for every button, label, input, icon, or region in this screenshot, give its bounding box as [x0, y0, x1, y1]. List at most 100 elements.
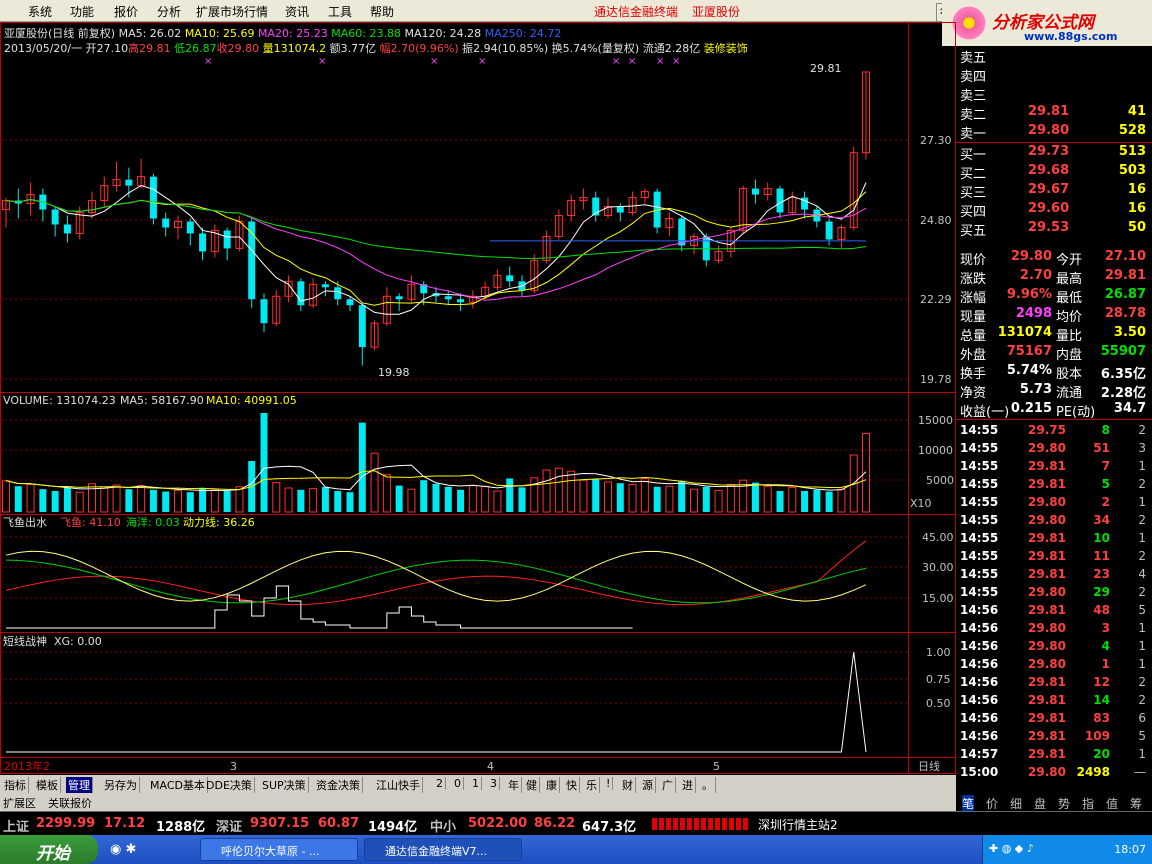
tick-row[interactable]: 14:56 29.81 83 6	[956, 710, 1152, 728]
bottom-tab[interactable]: 广	[660, 777, 676, 793]
bottom-tab[interactable]: 资金决策	[314, 777, 363, 793]
right-tab[interactable]: 指	[1082, 795, 1094, 812]
bottom-tab[interactable]: 财	[620, 777, 636, 793]
orderbook-row[interactable]: 买一 29.73 513	[956, 143, 1152, 163]
menu-info[interactable]: 资讯	[285, 3, 309, 20]
bottom-tab[interactable]: 年	[506, 777, 522, 793]
volume-bar	[554, 467, 563, 513]
bar-industry[interactable]: 装修装饰	[704, 42, 748, 55]
right-tab[interactable]: 笔	[962, 795, 975, 812]
menu-function[interactable]: 功能	[70, 3, 94, 20]
bottom-tab[interactable]: 健	[524, 777, 540, 793]
bottom-tab[interactable]: 模板	[34, 777, 61, 793]
task-tdx[interactable]: 通达信金融终端V7...	[364, 838, 522, 861]
orderbook-row[interactable]: 买三 29.67 16	[956, 181, 1152, 201]
right-tab[interactable]: 筹	[1130, 795, 1142, 812]
tick-row[interactable]: 14:55 29.80 51 3	[956, 440, 1152, 458]
tick-row[interactable]: 14:55 29.80 34 2	[956, 512, 1152, 530]
tick-row[interactable]: 14:55 29.75 8 2	[956, 422, 1152, 440]
orderbook-row[interactable]: 卖一 29.80 528	[956, 122, 1152, 142]
orderbook-row[interactable]: 买四 29.60 16	[956, 200, 1152, 220]
tick-row[interactable]: 14:56 29.80 4 1	[956, 638, 1152, 656]
menu-analysis[interactable]: 分析	[157, 3, 181, 20]
bottom-tab[interactable]: 康	[544, 777, 560, 793]
bottom-tab[interactable]: 1	[470, 777, 482, 790]
bottom-tab[interactable]: 2	[434, 777, 446, 790]
orderbook-row[interactable]: 卖四	[956, 65, 1152, 85]
tick-row[interactable]: 14:55 29.80 29 2	[956, 584, 1152, 602]
tick-volume: 7	[1101, 459, 1110, 473]
orderbook-label: 买五	[960, 224, 987, 239]
quote-label: 净资	[960, 386, 987, 401]
tick-row[interactable]: 14:55 29.81 23 4	[956, 566, 1152, 584]
menu-help[interactable]: 帮助	[370, 3, 394, 20]
bottom-tab[interactable]: 源	[640, 777, 656, 793]
tick-row[interactable]: 14:55 29.81 10 1	[956, 530, 1152, 548]
date-may: 5	[713, 760, 720, 773]
bottom-tab[interactable]: SUP决策	[260, 777, 309, 793]
bottom-tab[interactable]: 指标	[2, 777, 29, 793]
bottom-tab[interactable]: 江山快手	[374, 777, 423, 793]
bottom-tab[interactable]: 乐	[584, 777, 600, 793]
server-name[interactable]: 深圳行情主站2	[758, 816, 838, 833]
tick-count: 2	[1138, 585, 1146, 599]
quicklaunch-icon[interactable]: ◉ ✱	[110, 842, 136, 857]
ma250: MA250: 24.72	[484, 27, 562, 40]
tick-row[interactable]: 14:56 29.81 48 5	[956, 602, 1152, 620]
right-tab[interactable]: 价	[986, 795, 998, 812]
bar-low: 低26.87	[174, 42, 217, 55]
right-tab[interactable]: 值	[1106, 795, 1118, 812]
bottom-tab[interactable]: 。	[700, 777, 716, 793]
tick-row[interactable]: 14:55 29.81 7 1	[956, 458, 1152, 476]
right-tab[interactable]: 势	[1058, 795, 1070, 812]
tick-row[interactable]: 14:55 29.80 2 1	[956, 494, 1152, 512]
bottom-tab[interactable]: !	[604, 777, 614, 790]
orderbook-row[interactable]: 卖三	[956, 84, 1152, 104]
bottom-tab[interactable]: 3	[488, 777, 500, 790]
bottom-tab[interactable]: 进	[680, 777, 696, 793]
bottom-tab[interactable]: 管理	[66, 777, 93, 793]
tab-ext-area[interactable]: 扩展区	[3, 795, 36, 811]
task-browser[interactable]: 呼伦贝尔大草原 - ...	[200, 838, 358, 861]
volume-bar	[297, 489, 305, 512]
tick-row[interactable]: 15:00 29.80 2498 —	[956, 764, 1152, 782]
tick-row[interactable]: 14:56 29.80 1 1	[956, 656, 1152, 674]
ind1-b: 海洋: 0.03	[126, 515, 180, 529]
ma120: MA120: 24.28	[404, 27, 482, 40]
chart-area[interactable]: 27.30 24.80 22.29 19.78 15000 10000 5000…	[0, 22, 956, 774]
right-tab[interactable]: 细	[1010, 795, 1022, 812]
tick-row[interactable]: 14:57 29.81 20 1	[956, 746, 1152, 764]
quote-label: 涨幅	[960, 291, 987, 306]
period-label[interactable]: 日线	[918, 759, 940, 773]
orderbook-row[interactable]: 买二 29.68 503	[956, 162, 1152, 182]
tick-row[interactable]: 14:56 29.81 109 5	[956, 728, 1152, 746]
bar-close: 收29.80	[216, 42, 260, 55]
quote-label: 最低	[1056, 291, 1083, 306]
menu-ext-market[interactable]: 扩展市场行情	[196, 3, 268, 20]
menu-tools[interactable]: 工具	[328, 3, 352, 20]
tray-icons[interactable]: ✚ ◍ ◆ ♪	[989, 842, 1034, 855]
orderbook-row[interactable]: 卖五	[956, 46, 1152, 66]
menu-quote[interactable]: 报价	[114, 3, 138, 20]
bottom-tab[interactable]: 快	[564, 777, 580, 793]
bottom-tab[interactable]: 另存为	[102, 777, 140, 793]
right-tab[interactable]: 盘	[1034, 795, 1046, 812]
orderbook-row[interactable]: 买五 29.53 50	[956, 219, 1152, 239]
quote-value: 28.78	[1104, 306, 1146, 321]
tab-related-quote[interactable]: 关联报价	[48, 795, 92, 811]
bottom-tab[interactable]: MACD基本	[148, 777, 208, 793]
tick-row[interactable]: 14:56 29.81 14 2	[956, 692, 1152, 710]
tick-row[interactable]: 14:56 29.80 3 1	[956, 620, 1152, 638]
menu-system[interactable]: 系统	[28, 3, 52, 20]
bar-change: 幅2.70(9.96%)	[379, 42, 459, 55]
orderbook-row[interactable]: 卖二 29.81 41	[956, 103, 1152, 123]
start-button[interactable]: 开始	[0, 835, 98, 864]
tick-row[interactable]: 14:55 29.81 11 2	[956, 548, 1152, 566]
tick-row[interactable]: 14:55 29.81 5 2	[956, 476, 1152, 494]
tick-time: 14:55	[960, 423, 999, 437]
tick-row[interactable]: 14:56 29.81 12 2	[956, 674, 1152, 692]
tick-price: 29.81	[1028, 477, 1066, 491]
bottom-tab[interactable]: DDE决策	[204, 777, 255, 793]
tick-volume: 3	[1101, 621, 1110, 635]
bottom-tab[interactable]: 0	[452, 777, 464, 790]
